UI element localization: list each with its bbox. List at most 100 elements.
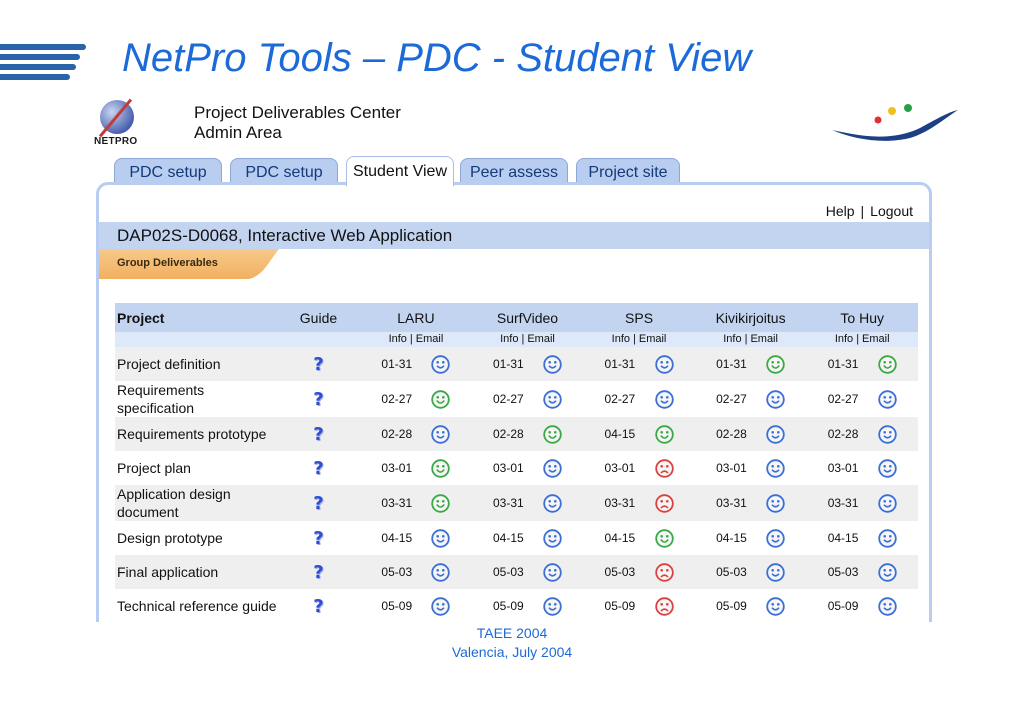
status-blue-face-icon[interactable] — [543, 354, 562, 374]
status-blue-face-icon[interactable] — [877, 562, 897, 582]
guide-help-icon[interactable]: ? — [313, 493, 323, 514]
status-blue-face-icon[interactable] — [877, 458, 897, 478]
status-blue-face-icon[interactable] — [543, 458, 562, 478]
deliverable-cell: 05-03 — [806, 555, 918, 589]
status-blue-face-icon[interactable] — [654, 389, 674, 409]
help-logout-links: Help | Logout — [826, 203, 913, 219]
deadline-date: 02-28 — [716, 427, 747, 441]
status-blue-face-icon[interactable] — [431, 354, 451, 374]
table-row: Requirements prototype? 02-28 02-28 04-15 02… — [115, 417, 918, 451]
status-blue-face-icon[interactable] — [543, 389, 562, 409]
status-red-face-icon[interactable] — [654, 562, 674, 582]
guide-help-icon[interactable]: ? — [313, 528, 323, 549]
deliverable-cell: 05-09 — [360, 589, 472, 622]
email-link[interactable]: Email — [862, 333, 890, 345]
info-link[interactable]: Info — [612, 333, 630, 345]
status-red-face-icon[interactable] — [654, 493, 674, 513]
status-blue-face-icon[interactable] — [877, 596, 897, 616]
status-blue-face-icon[interactable] — [431, 528, 451, 548]
deadline-date: 04-15 — [716, 531, 747, 545]
deadline-date: 03-01 — [827, 461, 859, 475]
guide-help-icon[interactable]: ? — [313, 389, 323, 410]
status-red-face-icon[interactable] — [654, 458, 674, 478]
deliverable-name: Technical reference guide — [117, 598, 277, 614]
status-blue-face-icon[interactable] — [766, 389, 785, 409]
project-title: DAP02S-D0068, Interactive Web Applicatio… — [99, 222, 929, 249]
deadline-date: 05-09 — [381, 599, 413, 613]
status-blue-face-icon[interactable] — [766, 528, 785, 548]
info-link[interactable]: Info — [723, 333, 741, 345]
netpro-logo-text: NETPRO — [94, 136, 138, 147]
status-green-face-icon[interactable] — [431, 389, 451, 409]
status-red-face-icon[interactable] — [654, 596, 674, 616]
col-header-kivikirjoitus: Kivikirjoitus — [715, 309, 786, 326]
guide-help-icon[interactable]: ? — [313, 596, 323, 617]
logout-link[interactable]: Logout — [870, 203, 913, 219]
status-blue-face-icon[interactable] — [431, 424, 451, 444]
email-link[interactable]: Email — [639, 333, 667, 345]
status-green-face-icon[interactable] — [654, 424, 674, 444]
info-link[interactable]: Info — [389, 333, 407, 345]
guide-cell: ? — [277, 451, 360, 485]
deliverable-cell: 03-01 — [806, 451, 918, 485]
tab-student-view[interactable]: Student View — [346, 156, 454, 186]
status-blue-face-icon[interactable] — [431, 562, 451, 582]
group-deliverables-tab[interactable]: Group Deliverables — [99, 249, 279, 279]
deadline-date: 01-31 — [827, 357, 859, 371]
status-blue-face-icon[interactable] — [654, 354, 674, 374]
status-blue-face-icon[interactable] — [431, 596, 451, 616]
deliverables-table: Project Guide LARU SurfVideo SPS Kivikirjoitu… — [115, 303, 918, 622]
guide-help-icon[interactable]: ? — [313, 424, 323, 445]
guide-help-icon[interactable]: ? — [313, 458, 323, 479]
deliverable-cell: 05-09 — [583, 589, 695, 622]
status-blue-face-icon[interactable] — [543, 562, 562, 582]
status-green-face-icon[interactable] — [877, 354, 897, 374]
email-link[interactable]: Email — [750, 333, 778, 345]
col-header-surfvideo: SurfVideo — [496, 309, 559, 326]
guide-help-icon[interactable]: ? — [313, 354, 323, 375]
status-green-face-icon[interactable] — [654, 528, 674, 548]
status-blue-face-icon[interactable] — [543, 493, 562, 513]
email-link[interactable]: Email — [416, 333, 444, 345]
status-blue-face-icon[interactable] — [877, 389, 897, 409]
status-blue-face-icon[interactable] — [766, 458, 785, 478]
deadline-date: 02-28 — [381, 427, 413, 441]
deadline-date: 03-01 — [381, 461, 413, 475]
status-green-face-icon[interactable] — [431, 493, 451, 513]
status-green-face-icon[interactable] — [543, 424, 562, 444]
guide-help-icon[interactable]: ? — [313, 562, 323, 583]
deliverable-name: Project plan — [117, 460, 191, 476]
slide-footer: TAEE 2004 Valencia, July 2004 — [0, 624, 1024, 662]
status-blue-face-icon[interactable] — [766, 424, 785, 444]
deliverable-cell: 01-31 — [806, 347, 918, 381]
info-link[interactable]: Info — [500, 333, 518, 345]
deliverable-cell: 03-01 — [695, 451, 807, 485]
status-blue-face-icon[interactable] — [766, 562, 785, 582]
info-link[interactable]: Info — [835, 333, 853, 345]
deadline-date: 03-31 — [716, 496, 747, 510]
status-green-face-icon[interactable] — [431, 458, 451, 478]
app-title-line1: Project Deliverables Center — [194, 103, 401, 122]
status-blue-face-icon[interactable] — [766, 596, 785, 616]
deadline-date: 01-31 — [604, 357, 636, 371]
deadline-date: 02-28 — [827, 427, 859, 441]
status-blue-face-icon[interactable] — [543, 596, 562, 616]
subheader-spacer — [277, 332, 360, 347]
status-blue-face-icon[interactable] — [877, 528, 897, 548]
deliverable-cell: 02-27 — [806, 381, 918, 417]
help-link[interactable]: Help — [826, 203, 855, 219]
status-blue-face-icon[interactable] — [877, 493, 897, 513]
deadline-date: 02-27 — [381, 392, 413, 406]
group-links-kivikirjoitus: Info | Email — [695, 332, 807, 347]
deadline-date: 05-09 — [716, 599, 747, 613]
status-blue-face-icon[interactable] — [766, 493, 785, 513]
deadline-date: 02-27 — [827, 392, 859, 406]
status-blue-face-icon[interactable] — [543, 528, 562, 548]
deliverable-cell: 03-31 — [806, 485, 918, 521]
email-link[interactable]: Email — [527, 333, 555, 345]
group-links-surfvideo: Info | Email — [472, 332, 584, 347]
footer-location-date: Valencia, July 2004 — [451, 644, 573, 660]
deadline-date: 01-31 — [492, 357, 524, 371]
status-blue-face-icon[interactable] — [877, 424, 897, 444]
status-green-face-icon[interactable] — [766, 354, 785, 374]
